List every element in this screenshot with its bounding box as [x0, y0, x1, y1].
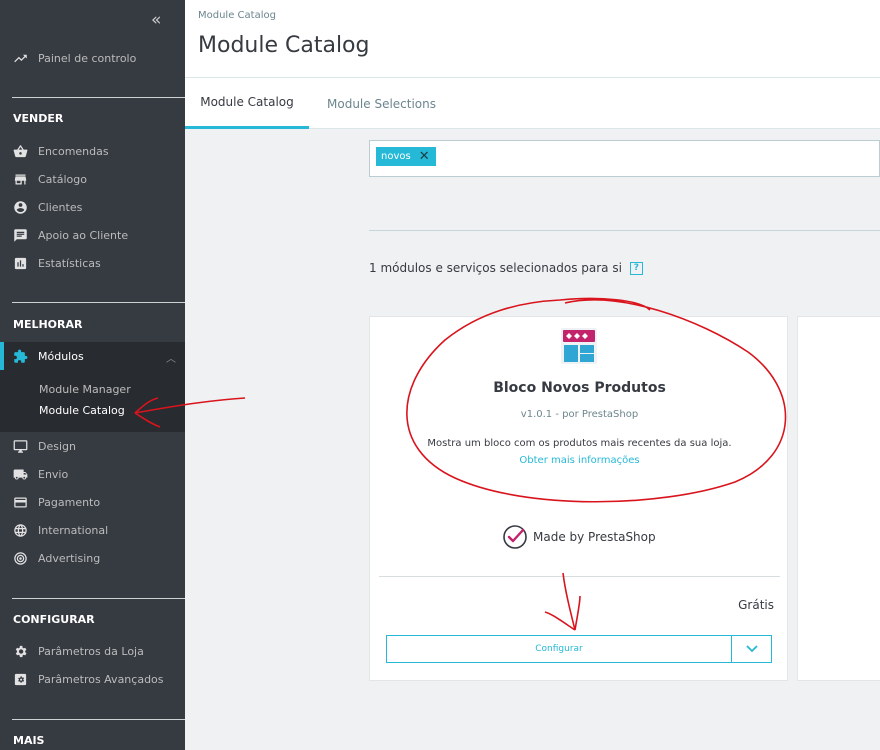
tab-bar: Module Catalog Module Selections [185, 78, 880, 129]
help-icon[interactable]: ? [629, 261, 643, 275]
sidebar-item-shop-params[interactable]: Parâmetros da Loja [0, 637, 185, 665]
page-title: Module Catalog [198, 33, 370, 58]
chart-icon [12, 255, 28, 271]
results-count: 1 módulos e serviços selecionados para s… [369, 261, 643, 275]
sidebar-item-label: Encomendas [38, 144, 109, 158]
module-card: Bloco Novos Produtos v1.0.1 - por Presta… [369, 316, 788, 681]
configure-button[interactable]: Configurar [386, 635, 732, 663]
breadcrumb[interactable]: Module Catalog [198, 10, 276, 21]
module-description: Mostra um bloco com os produtos mais rec… [427, 438, 732, 449]
section-divider [369, 230, 880, 231]
sidebar-divider [12, 598, 185, 599]
sidebar-item-label: Catálogo [38, 172, 87, 186]
tab-module-selections[interactable]: Module Selections [327, 78, 436, 129]
settings-box-icon [12, 671, 28, 687]
section-heading-sell: VENDER [13, 112, 64, 125]
sidebar-item-label: Apoio ao Cliente [38, 228, 129, 242]
truck-icon [12, 466, 28, 482]
module-logo-icon [561, 328, 597, 364]
chat-icon [12, 227, 28, 243]
sidebar-item-label: Parâmetros da Loja [38, 644, 144, 658]
sidebar-divider [12, 302, 185, 303]
section-heading-improve: MELHORAR [13, 318, 83, 331]
store-icon [12, 171, 28, 187]
target-icon [12, 550, 28, 566]
module-version: v1.0.1 - por PrestaShop [520, 409, 639, 420]
section-heading-more: MAIS [13, 734, 45, 747]
sidebar-item-label: Módulos [38, 349, 84, 363]
user-icon [12, 199, 28, 215]
more-info-link[interactable]: Obter mais informações [370, 455, 789, 466]
basket-icon [12, 143, 28, 159]
sidebar-item-label: Painel de controlo [38, 51, 137, 65]
module-name: Bloco Novos Produtos [493, 380, 666, 396]
sidebar-item-shipping[interactable]: Envio [0, 460, 185, 488]
sidebar-item-catalog[interactable]: Catálogo [0, 165, 185, 193]
sidebar-divider [12, 97, 185, 98]
results-count-text: 1 módulos e serviços selecionados para s… [369, 261, 622, 275]
tab-module-catalog[interactable]: Module Catalog [185, 78, 309, 129]
trending-up-icon [12, 50, 28, 66]
chevron-up-icon[interactable]: ︿ [166, 350, 176, 365]
sidebar-item-support[interactable]: Apoio ao Cliente [0, 221, 185, 249]
sidebar-item-advertising[interactable]: Advertising [0, 544, 185, 572]
collapse-sidebar-icon[interactable]: « [151, 10, 161, 30]
module-card-partial [797, 316, 880, 681]
made-by-badge: Made by PrestaShop [502, 524, 656, 550]
search-tag-label: novos [381, 151, 411, 162]
configure-dropdown-toggle[interactable] [731, 635, 772, 663]
card-divider [379, 576, 780, 577]
module-search-input[interactable]: novos ✕ [369, 140, 880, 177]
sidebar-divider [12, 719, 185, 720]
sidebar-item-label: Clientes [38, 200, 83, 214]
sidebar-subitem-module-manager[interactable]: Module Manager [39, 383, 131, 396]
sidebar-item-label: Parâmetros Avançados [38, 672, 164, 686]
sidebar-item-label: Estatísticas [38, 256, 101, 270]
search-tag: novos ✕ [376, 147, 436, 166]
sidebar-item-label: Design [38, 439, 76, 453]
sidebar: « Painel de controlo VENDER Encomendas C… [0, 0, 185, 750]
sidebar-item-dashboard[interactable]: Painel de controlo [0, 44, 185, 72]
sidebar-item-customers[interactable]: Clientes [0, 193, 185, 221]
sidebar-item-international[interactable]: International [0, 516, 185, 544]
puzzle-icon [12, 348, 28, 364]
sidebar-item-label: Pagamento [38, 495, 101, 509]
section-heading-configure: CONFIGURAR [13, 613, 95, 626]
gear-icon [12, 643, 28, 659]
monitor-icon [12, 438, 28, 454]
sidebar-item-advanced-params[interactable]: Parâmetros Avançados [0, 665, 185, 693]
sidebar-item-design[interactable]: Design [0, 432, 185, 460]
globe-icon [12, 522, 28, 538]
sidebar-item-payment[interactable]: Pagamento [0, 488, 185, 516]
chevron-down-icon [745, 645, 758, 653]
page-header: Module Catalog Module Catalog [185, 0, 880, 78]
remove-tag-icon[interactable]: ✕ [419, 149, 430, 164]
sidebar-item-modules[interactable]: Módulos [0, 342, 185, 370]
prestashop-check-icon [503, 525, 527, 549]
sidebar-item-stats[interactable]: Estatísticas [0, 249, 185, 277]
module-price: Grátis [738, 598, 774, 612]
sidebar-item-orders[interactable]: Encomendas [0, 137, 185, 165]
sidebar-subitem-module-catalog[interactable]: Module Catalog [39, 404, 125, 417]
sidebar-item-label: Advertising [38, 551, 101, 565]
card-icon [12, 494, 28, 510]
sidebar-item-label: International [38, 523, 109, 537]
sidebar-item-label: Envio [38, 467, 69, 481]
made-by-label: Made by PrestaShop [533, 530, 656, 544]
